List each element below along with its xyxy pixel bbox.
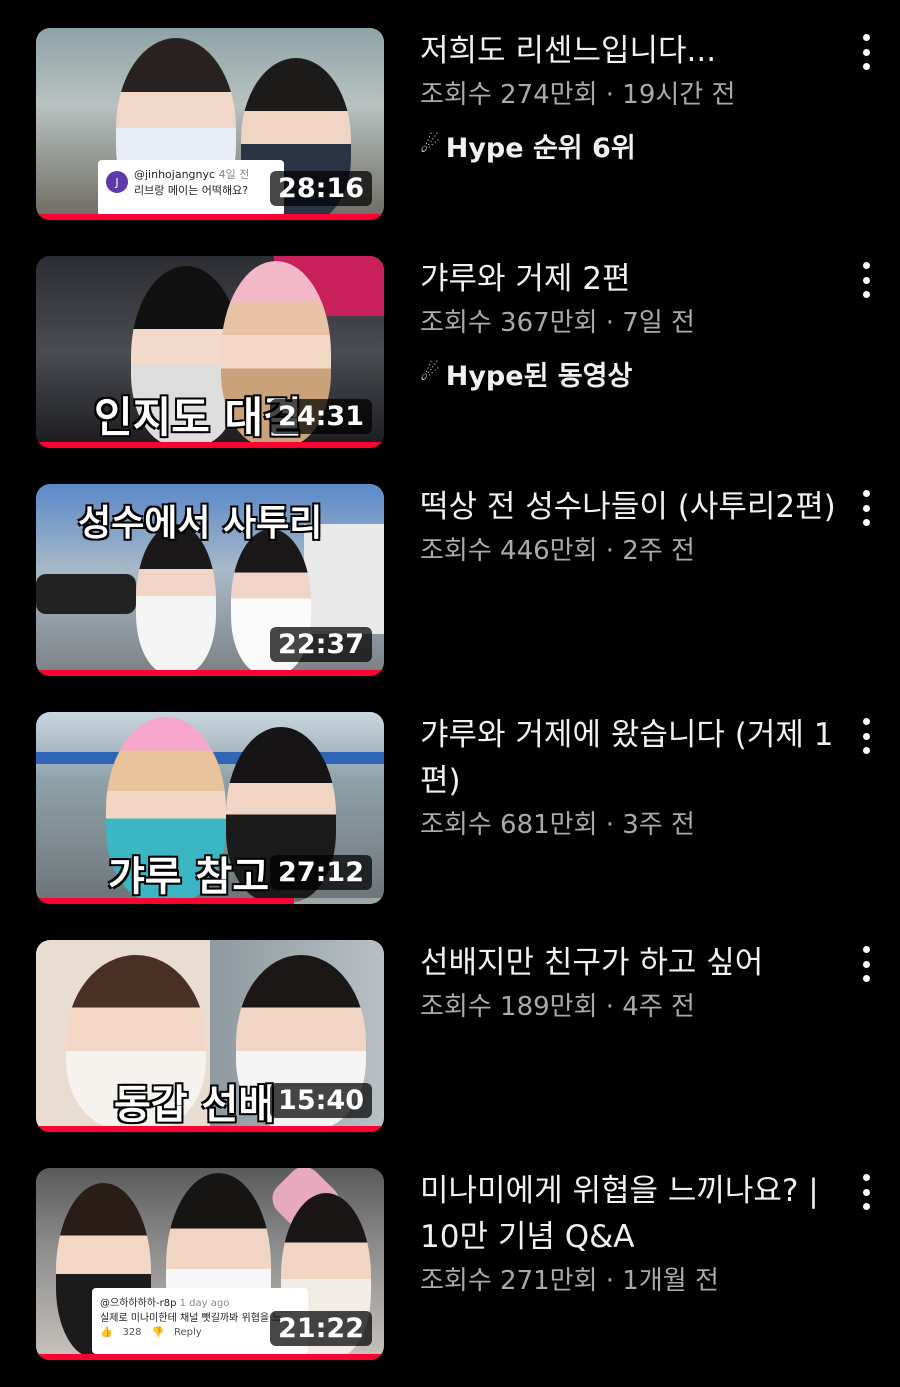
comment-text: 리브랑 메이는 어떡해요?: [134, 184, 249, 197]
watch-progress: [36, 670, 384, 676]
hype-badge: ☄ Hype된 동영상: [420, 354, 840, 393]
video-title[interactable]: 선배지만 친구가 하고 싶어: [420, 940, 840, 986]
video-item[interactable]: @으하하하하-r8p 1 day ago 실제로 미나미한테 채널 뺏길까봐 위…: [0, 1168, 900, 1368]
thumbnail-caption: 동갑 선배: [114, 1081, 276, 1128]
duration-badge: 21:22: [270, 1311, 372, 1346]
more-vert-icon[interactable]: [856, 490, 876, 526]
duration-badge: 24:31: [270, 399, 372, 434]
video-title[interactable]: 저희도 리센느입니다...: [420, 28, 840, 74]
more-vert-icon[interactable]: [856, 946, 876, 982]
watch-progress: [36, 898, 384, 904]
upload-age: 4주 전: [622, 992, 695, 1022]
upload-age: 2주 전: [622, 536, 695, 566]
video-thumbnail[interactable]: 인지도 대결 24:31: [36, 256, 384, 448]
dislike-icon: 👎: [151, 1327, 164, 1338]
video-meta: 갸루와 거제 2편 조회수 367만회 · 7일 전 ☄ Hype된 동영상: [420, 256, 840, 393]
view-count: 조회수 446만회: [420, 536, 598, 566]
hype-label: Hype된 동영상: [445, 361, 633, 392]
more-vert-icon[interactable]: [856, 34, 876, 70]
hype-badge: ☄ Hype 순위 6위: [420, 126, 840, 165]
upload-age: 19시간 전: [622, 80, 736, 110]
video-thumbnail[interactable]: 갸루 참고 27:12: [36, 712, 384, 904]
video-item[interactable]: 인지도 대결 24:31 갸루와 거제 2편 조회수 367만회 · 7일 전 …: [0, 256, 900, 456]
video-stats: 조회수 681만회 · 3주 전: [420, 810, 695, 840]
watch-progress: [36, 1354, 384, 1360]
watch-progress: [36, 1126, 384, 1132]
like-icon: 👍: [100, 1327, 113, 1338]
hype-megaphone-icon: ☄: [420, 133, 440, 158]
duration-badge: 22:37: [270, 627, 372, 662]
video-stats: 조회수 189만회 · 4주 전: [420, 992, 695, 1022]
video-stats: 조회수 274만회 · 19시간 전: [420, 80, 736, 110]
thumbnail-caption: 갸루 참고: [108, 853, 270, 900]
thumbnail-caption: 성수에서 사투리: [78, 502, 323, 544]
like-count: 328: [122, 1327, 142, 1338]
comment-time: 1 day ago: [179, 1298, 230, 1309]
video-meta: 떡상 전 성수나들이 (사투리2편) 조회수 446만회 · 2주 전: [420, 484, 840, 570]
video-thumbnail[interactable]: 성수에서 사투리 22:37: [36, 484, 384, 676]
view-count: 조회수 189만회: [420, 992, 598, 1022]
view-count: 조회수 367만회: [420, 308, 598, 338]
video-title[interactable]: 갸루와 거제에 왔습니다 (거제 1편): [420, 712, 840, 804]
video-stats: 조회수 446만회 · 2주 전: [420, 536, 695, 566]
video-stats: 조회수 367만회 · 7일 전: [420, 308, 695, 338]
upload-age: 3주 전: [622, 810, 695, 840]
video-thumbnail[interactable]: @으하하하하-r8p 1 day ago 실제로 미나미한테 채널 뺏길까봐 위…: [36, 1168, 384, 1360]
video-meta: 저희도 리센느입니다... 조회수 274만회 · 19시간 전 ☄ Hype …: [420, 28, 840, 165]
hype-label: Hype 순위 6위: [445, 133, 636, 164]
video-item[interactable]: 성수에서 사투리 22:37 떡상 전 성수나들이 (사투리2편) 조회수 44…: [0, 484, 900, 684]
video-thumbnail[interactable]: J @jinhojangnyc 4일 전 리브랑 메이는 어떡해요? 28:16: [36, 28, 384, 220]
more-vert-icon[interactable]: [856, 718, 876, 754]
video-item[interactable]: J @jinhojangnyc 4일 전 리브랑 메이는 어떡해요? 28:16…: [0, 28, 900, 228]
video-meta: 미나미에게 위협을 느끼나요? | 10만 기념 Q&A 조회수 271만회 ·…: [420, 1168, 840, 1300]
comment-card: J @jinhojangnyc 4일 전 리브랑 메이는 어떡해요?: [98, 160, 284, 216]
upload-age: 7일 전: [622, 308, 695, 338]
comment-user: @jinhojangnyc: [134, 168, 216, 181]
view-count: 조회수 681만회: [420, 810, 598, 840]
duration-badge: 28:16: [270, 171, 372, 206]
duration-badge: 15:40: [270, 1083, 372, 1118]
video-thumbnail[interactable]: 동갑 선배 15:40: [36, 940, 384, 1132]
reply-label: Reply: [174, 1327, 202, 1338]
duration-badge: 27:12: [270, 855, 372, 890]
video-list: J @jinhojangnyc 4일 전 리브랑 메이는 어떡해요? 28:16…: [0, 0, 900, 1387]
upload-age: 1개월 전: [622, 1266, 719, 1296]
watch-progress: [36, 214, 384, 220]
more-vert-icon[interactable]: [856, 1174, 876, 1210]
watch-progress: [36, 442, 384, 448]
video-stats: 조회수 271만회 · 1개월 전: [420, 1266, 719, 1296]
view-count: 조회수 274만회: [420, 80, 598, 110]
comment-time: 4일 전: [218, 168, 250, 181]
video-item[interactable]: 갸루 참고 27:12 갸루와 거제에 왔습니다 (거제 1편) 조회수 681…: [0, 712, 900, 912]
video-meta: 선배지만 친구가 하고 싶어 조회수 189만회 · 4주 전: [420, 940, 840, 1026]
video-item[interactable]: 동갑 선배 15:40 선배지만 친구가 하고 싶어 조회수 189만회 · 4…: [0, 940, 900, 1140]
video-title[interactable]: 미나미에게 위협을 느끼나요? | 10만 기념 Q&A: [420, 1168, 840, 1260]
view-count: 조회수 271만회: [420, 1266, 598, 1296]
comment-user: @으하하하하-r8p: [100, 1298, 177, 1309]
more-vert-icon[interactable]: [856, 262, 876, 298]
video-title[interactable]: 갸루와 거제 2편: [420, 256, 840, 302]
video-title[interactable]: 떡상 전 성수나들이 (사투리2편): [420, 484, 840, 530]
hype-megaphone-icon: ☄: [420, 361, 440, 386]
avatar: J: [106, 171, 128, 193]
video-meta: 갸루와 거제에 왔습니다 (거제 1편) 조회수 681만회 · 3주 전: [420, 712, 840, 844]
